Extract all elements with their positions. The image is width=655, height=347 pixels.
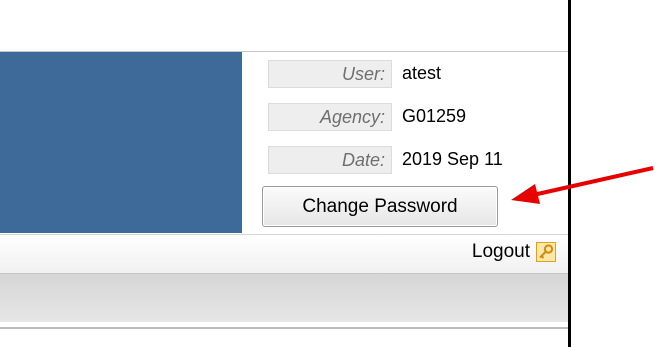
content-divider	[0, 327, 568, 329]
date-label: Date:	[268, 146, 392, 174]
change-password-button[interactable]: Change Password	[262, 186, 498, 227]
nav-bar: Logout	[0, 234, 568, 273]
annotation-arrow	[511, 166, 654, 204]
user-label: User:	[268, 60, 392, 88]
app-window: User: atest Agency: G01259 Date: 2019 Se…	[0, 0, 571, 347]
date-value: 2019 Sep 11	[402, 149, 503, 169]
agency-value: G01259	[402, 106, 467, 126]
user-value: atest	[402, 63, 442, 83]
agency-label: Agency:	[268, 103, 392, 131]
logout-link[interactable]: Logout	[472, 241, 556, 263]
logout-label: Logout	[471, 241, 530, 262]
sub-nav-bar	[0, 273, 568, 322]
header-banner	[0, 52, 242, 233]
key-icon	[536, 242, 556, 262]
